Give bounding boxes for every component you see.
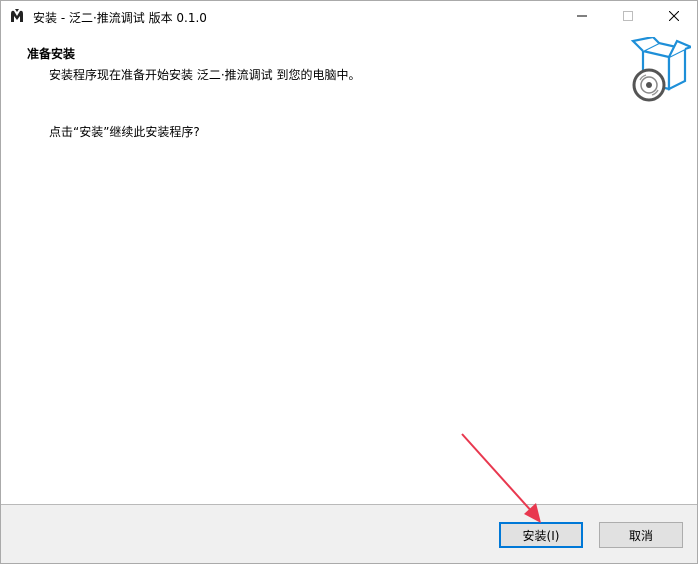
page-heading: 准备安装 xyxy=(27,47,76,61)
minimize-icon xyxy=(577,15,587,17)
install-button[interactable]: 安装(I) xyxy=(499,522,583,548)
wizard-header: 准备安装 安装程序现在准备开始安装 泛二·推流调试 到您的电脑中。 xyxy=(1,31,697,102)
close-icon xyxy=(669,11,679,21)
install-box-disc-icon xyxy=(630,37,691,102)
title-bar[interactable]: 安装 - 泛二·推流调试 版本 0.1.0 xyxy=(1,1,697,31)
page-subheading: 安装程序现在准备开始安装 泛二·推流调试 到您的电脑中。 xyxy=(49,68,361,82)
install-prompt: 点击“安装”继续此安装程序? xyxy=(49,125,200,139)
app-icon xyxy=(11,9,23,22)
installer-window: 安装 - 泛二·推流调试 版本 0.1.0 准备安装 安装程序现在准备开始安装 … xyxy=(0,0,698,564)
wizard-footer: 安装(I) 取消 xyxy=(1,505,697,563)
maximize-button[interactable] xyxy=(605,1,651,31)
close-button[interactable] xyxy=(651,1,697,31)
maximize-icon xyxy=(623,11,633,21)
cancel-button[interactable]: 取消 xyxy=(599,522,683,548)
window-title: 安装 - 泛二·推流调试 版本 0.1.0 xyxy=(33,11,207,25)
minimize-button[interactable] xyxy=(559,1,605,31)
